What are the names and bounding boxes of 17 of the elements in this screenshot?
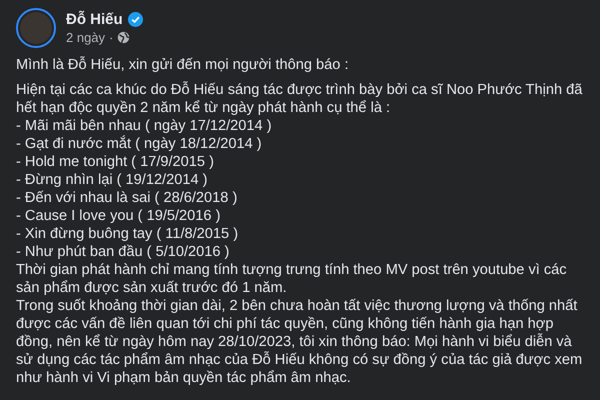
post-text: - Mãi mãi bên nhau ( ngày 17/12/2014 ) (16, 117, 273, 135)
avatar[interactable] (16, 8, 56, 48)
post-text: Thời gian phát hành chỉ mang tính tượng trưng tính theo MV post trên youtube vì các sản phẩm được sản xuất trước đó 1 năm. (16, 261, 568, 297)
globe-icon[interactable] (117, 31, 130, 44)
post-text: - Hold me tonight ( 17/9/2015 ) (16, 153, 215, 171)
post-text: - Gạt đi nước mắt ( ngày 18/12/2014 ) (16, 135, 263, 153)
post-text: Hiện tại các ca khúc do Đỗ Hiếu sáng tác được trình bày bởi ca sĩ Noo Phước Thịnh đã hết hạn độc quyền 2 năm kể từ ngày phát hành cụ thể là : (16, 81, 584, 117)
post-text: - Đừng nhìn lại ( 19/12/2014 ) (16, 171, 208, 189)
author-name[interactable]: Đỗ Hiếu (66, 11, 123, 28)
post-text: Mình là Đỗ Hiếu, xin gửi đến mọi người thông báo : (16, 56, 350, 74)
separator-dot: · (109, 30, 114, 45)
post-time[interactable]: 2 ngày (66, 30, 106, 45)
post-text: - Đến với nhau là sai ( 28/6/2018 ) (16, 189, 238, 207)
post-text: - Xin đừng buông tay ( 11/8/2015 ) (16, 225, 240, 243)
post-text: - Như phút ban đầu ( 5/10/2016 ) (16, 243, 230, 261)
post-text: Trong suốt khoảng thời gian dài, 2 bên chưa hoàn tất việc thương lượng và thống nhất được các vấn đề liên quan tới chi phí tác quyền, cũng không tiến hành gia hạn hợp đồng, nên kể từ ngày hôm nay 28/10/2023, tôi xin thông báo: Mọi hành vi biểu diễn và sử dụng các tác phẩm âm nhạc của Đỗ Hiếu không có sự đồng ý của tác giả được xem như hành vi Vi phạm bản quyền tác phẩm âm nhạc. (16, 297, 584, 387)
post-text: - Cause I love you ( 19/5/2016 ) (16, 207, 222, 225)
